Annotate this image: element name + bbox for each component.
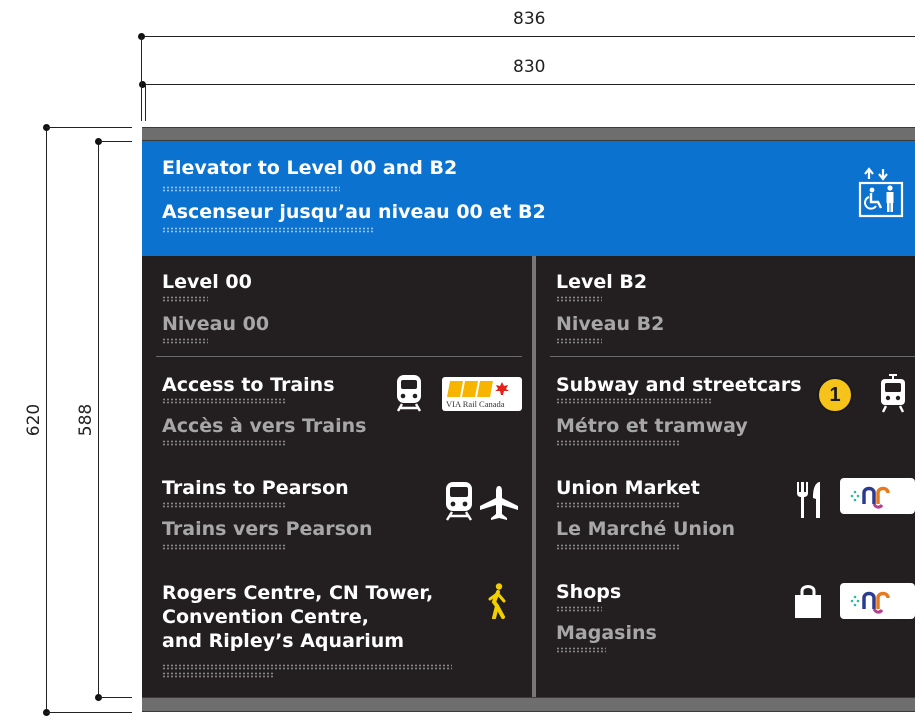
left-level-en: Level 00 <box>162 271 252 293</box>
dimension-label-588: 588 <box>76 403 97 437</box>
section-divider <box>156 356 522 357</box>
braille-text <box>162 296 208 302</box>
braille-text <box>162 186 340 192</box>
dimension-line-836 <box>141 36 915 37</box>
right-level-fr: Niveau B2 <box>556 313 665 335</box>
left-item-2-line-2: and Ripley’s Aquarium <box>162 630 405 652</box>
braille-text <box>556 398 712 404</box>
braille-text <box>556 647 606 653</box>
braille-text <box>162 398 286 404</box>
right-level-en: Level B2 <box>556 271 648 293</box>
right-item-2-en: Shops <box>556 581 622 603</box>
dimension-label-620: 620 <box>24 403 45 437</box>
braille-text <box>162 544 286 550</box>
extension-line <box>98 697 132 698</box>
sign-frame-top <box>142 127 915 141</box>
left-item-2-line-0: Rogers Centre, CN Tower, <box>162 582 434 604</box>
right-item-2-fr: Magasins <box>556 622 657 644</box>
braille-text <box>162 227 374 233</box>
braille-text <box>162 440 286 446</box>
left-item-2-line-1: Convention Centre, <box>162 606 370 628</box>
extension-line <box>141 36 142 121</box>
dimension-line-588 <box>98 141 99 698</box>
braille-text <box>162 672 274 678</box>
left-level-fr: Niveau 00 <box>162 313 270 335</box>
left-item-1-en: Trains to Pearson <box>162 477 349 499</box>
extension-line <box>145 84 146 121</box>
braille-text <box>556 502 680 508</box>
elevator-accessible-icon <box>857 166 905 218</box>
pedestrian-icon <box>486 583 508 620</box>
union-logo <box>840 583 915 619</box>
braille-text <box>556 606 602 612</box>
braille-text <box>556 544 680 550</box>
union-logo <box>840 478 915 514</box>
braille-text <box>556 440 680 446</box>
subway-line-1-badge: 1 <box>817 377 853 413</box>
braille-text <box>162 502 286 508</box>
streetcar-icon <box>878 373 908 413</box>
section-divider <box>550 356 915 357</box>
extension-line <box>46 127 132 128</box>
header-title-en: Elevator to Level 00 and B2 <box>162 157 458 179</box>
header-title-fr: Ascenseur jusqu’au niveau 00 et B2 <box>162 201 546 223</box>
right-item-0-fr: Métro et tramway <box>556 415 748 437</box>
left-item-0-en: Access to Trains <box>162 374 335 396</box>
dimension-line-620 <box>46 127 47 713</box>
right-item-1-en: Union Market <box>556 477 700 499</box>
extension-line <box>98 141 132 142</box>
dimension-label-830: 830 <box>513 57 546 77</box>
right-item-0-en: Subway and streetcars <box>556 374 802 396</box>
train-icon <box>395 374 423 412</box>
left-item-1-fr: Trains vers Pearson <box>162 518 373 540</box>
sign-frame-bottom <box>142 697 915 712</box>
dimension-label-836: 836 <box>513 9 546 29</box>
airplane-icon <box>478 485 520 521</box>
via-rail-logo: VIA Rail Canada <box>442 377 522 411</box>
braille-text <box>556 338 602 344</box>
train-icon <box>444 481 474 521</box>
via-rail-caption: VIA Rail Canada <box>446 399 505 409</box>
sign-column-divider <box>532 256 536 697</box>
braille-text <box>162 338 208 344</box>
dimension-line-830 <box>142 84 915 85</box>
shopping-bag-icon <box>792 583 824 619</box>
fork-knife-icon <box>795 481 823 519</box>
braille-text <box>556 296 602 302</box>
left-item-0-fr: Accès à vers Trains <box>162 415 367 437</box>
braille-text <box>162 664 452 670</box>
extension-line <box>46 712 132 713</box>
right-item-1-fr: Le Marché Union <box>556 518 736 540</box>
